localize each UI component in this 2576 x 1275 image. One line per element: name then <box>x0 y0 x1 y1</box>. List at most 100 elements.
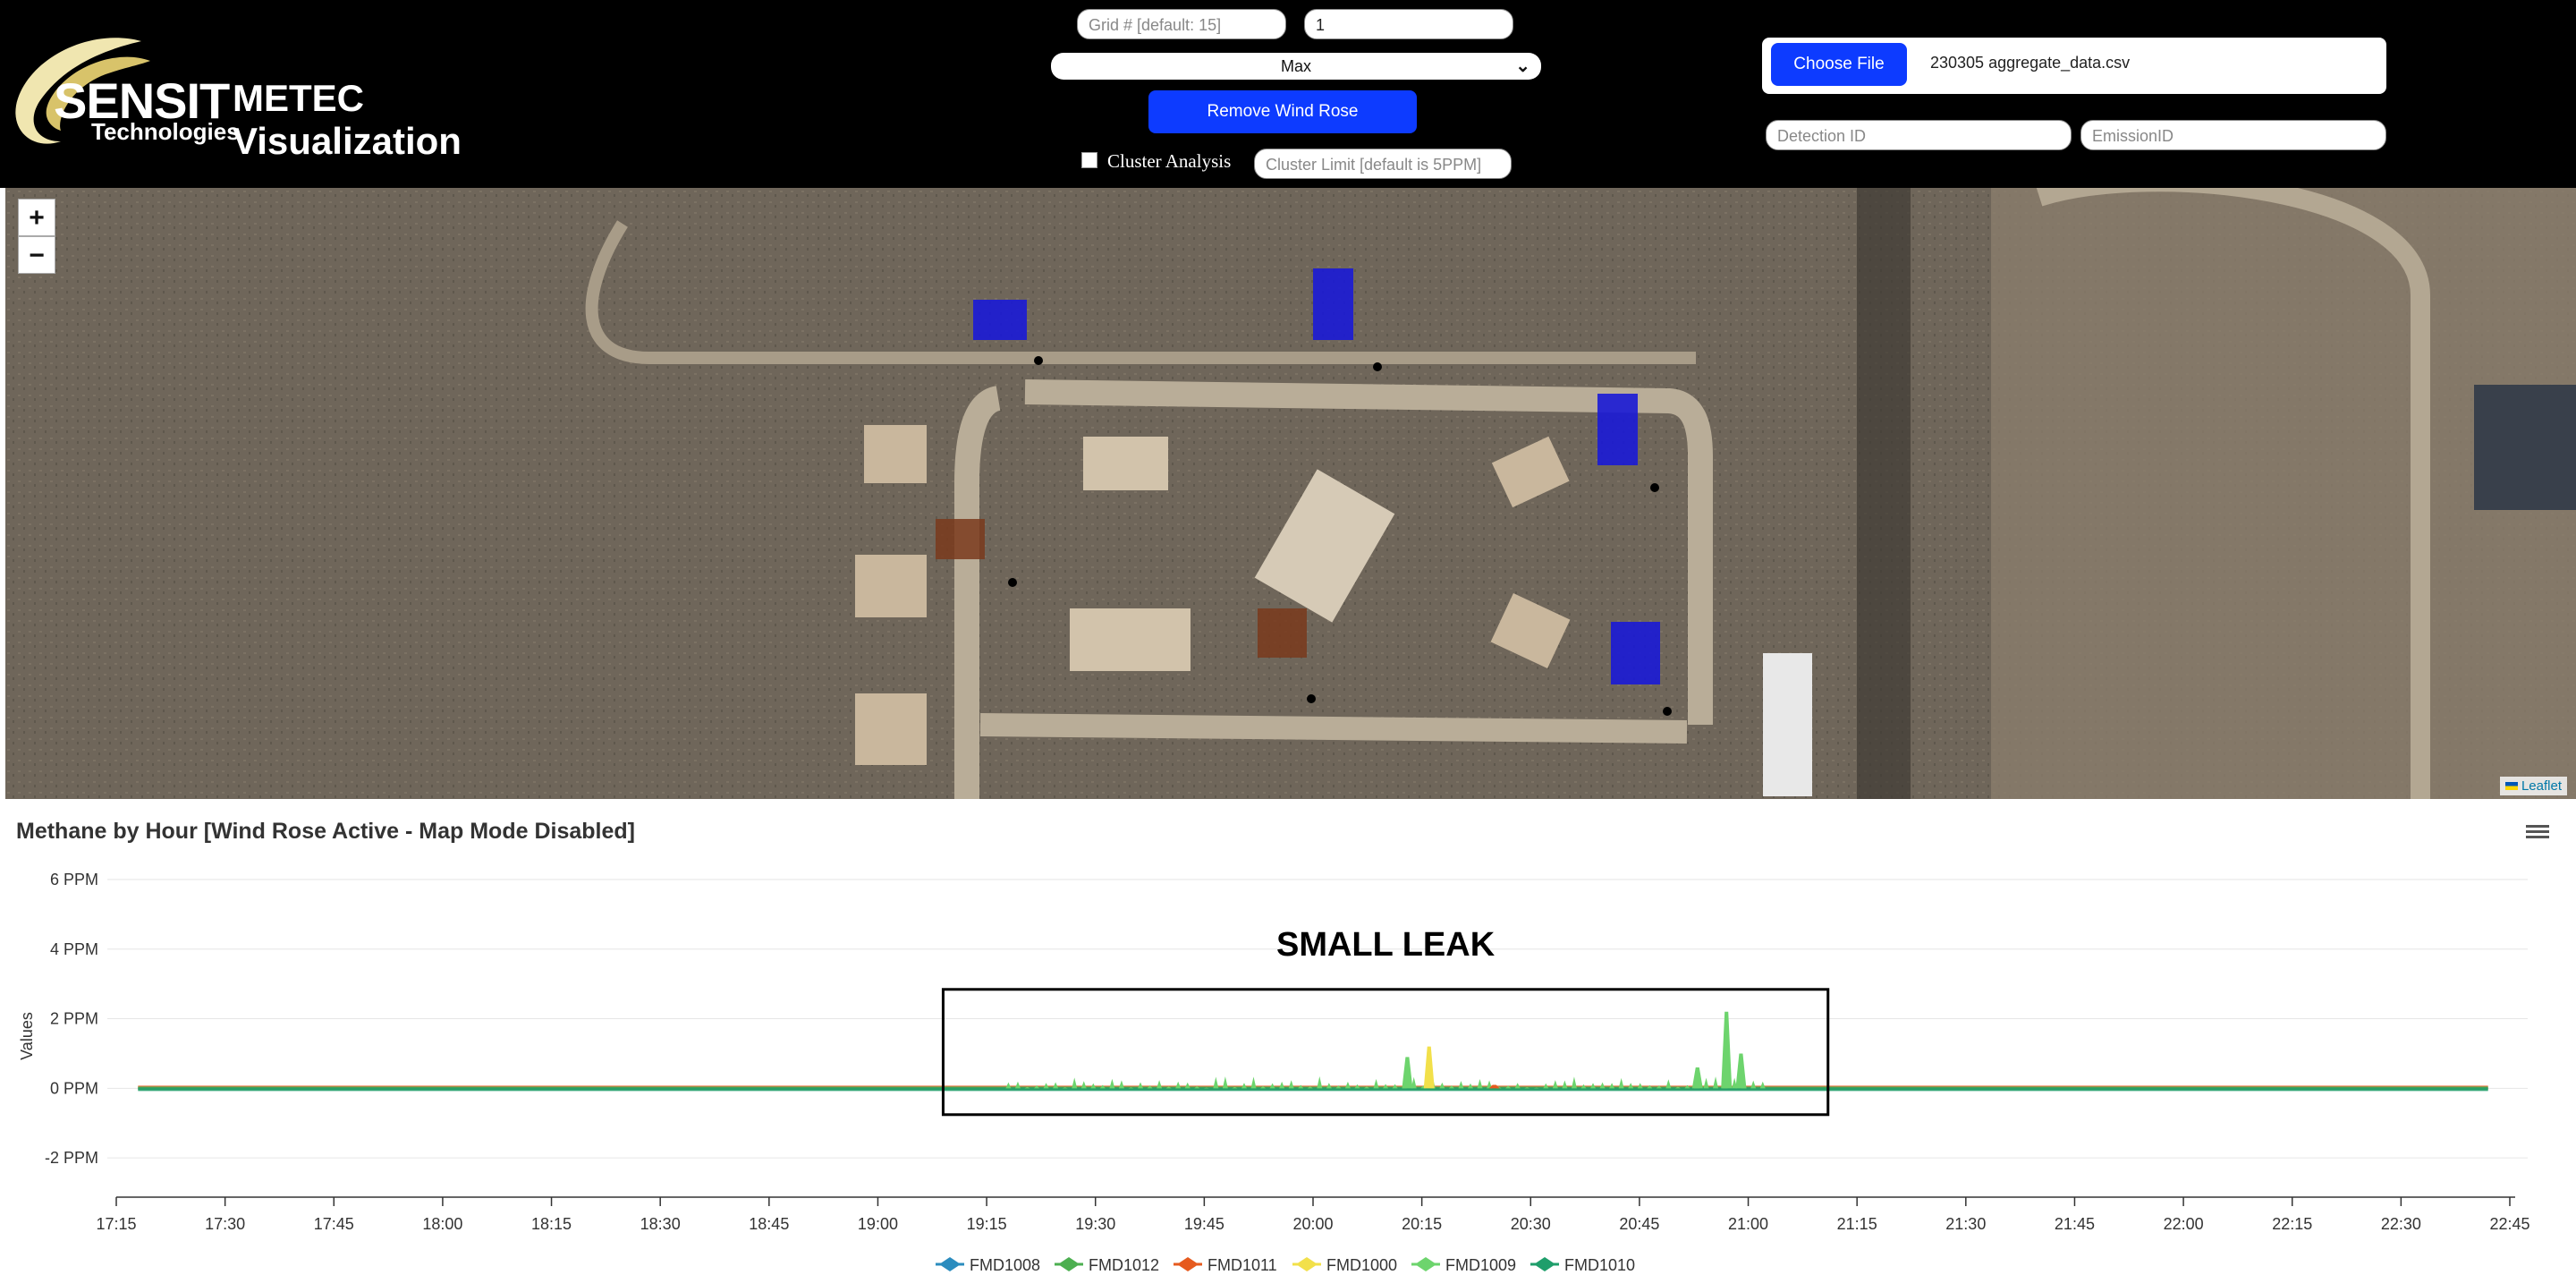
x-tick-label: 18:00 <box>422 1215 462 1233</box>
grid-size-placeholder: Grid # [default: 15] <box>1089 16 1222 34</box>
minor-spike <box>1665 1079 1672 1089</box>
x-tick-label: 19:00 <box>858 1215 898 1233</box>
y-tick-label: 6 PPM <box>50 871 98 888</box>
minor-spike <box>1439 1082 1445 1089</box>
x-tick-label: 22:15 <box>2272 1215 2312 1233</box>
cluster-analysis-label: Cluster Analysis <box>1107 150 1232 172</box>
legend-label: FMD1008 <box>970 1256 1040 1274</box>
minor-spike <box>1552 1080 1558 1089</box>
x-tick-label: 18:15 <box>531 1215 572 1233</box>
y-tick-label: 2 PPM <box>50 1010 98 1028</box>
legend-item-fmd1010[interactable]: FMD1010 <box>1530 1256 1635 1274</box>
minor-spike <box>1317 1075 1323 1089</box>
legend-item-fmd1009[interactable]: FMD1009 <box>1411 1256 1516 1274</box>
y-tick-label: 4 PPM <box>50 940 98 958</box>
minor-spike <box>1109 1078 1115 1089</box>
small-leak-box <box>941 988 1830 1117</box>
x-tick-label: 18:30 <box>640 1215 681 1233</box>
minor-spike <box>1373 1078 1379 1089</box>
remove-wind-rose-button[interactable]: Remove Wind Rose <box>1148 90 1417 133</box>
legend-label: FMD1000 <box>1326 1256 1397 1274</box>
legend-label: FMD1012 <box>1089 1256 1159 1274</box>
minor-spike <box>1713 1076 1719 1089</box>
sensit-logo: SENSIT Technologies METEC Visualization <box>7 34 597 162</box>
aggregation-mode-select[interactable]: Max ⌄ <box>1051 53 1541 80</box>
map-imagery <box>5 188 2576 799</box>
detection-id-input[interactable]: Detection ID <box>1766 120 2072 150</box>
x-tick-label: 20:00 <box>1292 1215 1333 1233</box>
x-tick-label: 17:45 <box>314 1215 354 1233</box>
x-tick-label: 21:00 <box>1728 1215 1768 1233</box>
zoom-out-button[interactable]: − <box>18 236 55 274</box>
cluster-limit-input[interactable]: Cluster Limit [default is 5PPM] <box>1254 149 1512 179</box>
minor-spike <box>1562 1080 1568 1089</box>
minor-spike <box>1157 1080 1163 1089</box>
minor-spike <box>1138 1082 1144 1089</box>
minor-spike <box>1344 1081 1351 1089</box>
minor-spike <box>1222 1076 1228 1089</box>
y-tick-label: -2 PPM <box>45 1149 98 1167</box>
map-attribution[interactable]: Leaflet <box>2499 777 2567 795</box>
x-tick-label: 22:45 <box>2489 1215 2529 1233</box>
minor-spike <box>1250 1076 1257 1089</box>
minor-spike <box>1628 1083 1634 1089</box>
minor-spike <box>1326 1083 1332 1089</box>
legend-item-fmd1011[interactable]: FMD1011 <box>1174 1256 1277 1274</box>
minor-spike <box>1213 1076 1219 1089</box>
choose-file-button[interactable]: Choose File <box>1771 43 1907 86</box>
x-tick-label: 22:30 <box>2381 1215 2421 1233</box>
minor-spike <box>1072 1077 1078 1089</box>
minor-spike <box>1005 1082 1012 1089</box>
satellite-map[interactable]: + − Leaflet <box>5 188 2576 799</box>
x-tick-label: 19:45 <box>1184 1215 1224 1233</box>
app-title: METEC Visualization <box>233 77 462 162</box>
y-axis-label: Values <box>18 1012 36 1060</box>
detection-id-placeholder: Detection ID <box>1777 127 1867 145</box>
chart-plot: 6 PPM 4 PPM 2 PPM 0 PPM -2 PPM Values 17:15 17:… <box>18 871 2530 1274</box>
minor-spike <box>1458 1081 1464 1089</box>
cluster-limit-placeholder: Cluster Limit [default is 5PPM] <box>1266 156 1482 174</box>
x-tick-label: 17:15 <box>96 1215 136 1233</box>
minor-spike <box>1288 1080 1294 1089</box>
x-tick-label: 17:30 <box>205 1215 245 1233</box>
legend-item-fmd1000[interactable]: FMD1000 <box>1292 1256 1397 1274</box>
minor-spike <box>1618 1077 1624 1089</box>
cluster-analysis-checkbox[interactable] <box>1081 152 1097 168</box>
aggregation-mode-value: Max <box>1280 57 1311 75</box>
minor-spike <box>1043 1083 1049 1089</box>
x-tick-label: 20:15 <box>1402 1215 1442 1233</box>
peak-spike <box>1402 1057 1413 1089</box>
grid-size-input[interactable]: Grid # [default: 15] <box>1077 9 1286 39</box>
minor-spike <box>1118 1080 1124 1089</box>
emission-id-input[interactable]: EmissionID <box>2080 120 2386 150</box>
x-tick-label: 18:45 <box>749 1215 789 1233</box>
legend-item-fmd1012[interactable]: FMD1012 <box>1055 1256 1159 1274</box>
minor-spike <box>1599 1082 1606 1089</box>
minor-spike <box>1184 1082 1191 1089</box>
legend-label: FMD1011 <box>1208 1256 1277 1274</box>
minor-spike <box>1053 1082 1059 1089</box>
y-tick-label: 0 PPM <box>50 1079 98 1097</box>
zoom-in-button[interactable]: + <box>18 199 55 236</box>
chevron-down-icon: ⌄ <box>1515 56 1530 76</box>
legend-label: FMD1009 <box>1445 1256 1516 1274</box>
grid-value-input[interactable]: 1 <box>1304 9 1513 39</box>
header-bar: SENSIT Technologies METEC Visualization … <box>0 0 2576 188</box>
minor-spike <box>1759 1081 1766 1089</box>
x-tick-label: 20:30 <box>1511 1215 1551 1233</box>
peak-spike <box>1423 1046 1435 1089</box>
x-tick-label: 19:30 <box>1075 1215 1115 1233</box>
minor-spike <box>1175 1081 1182 1089</box>
x-tick-label: 20:45 <box>1619 1215 1659 1233</box>
small-leak-annotation: SMALL LEAK <box>1276 926 1496 964</box>
minor-spike <box>1703 1077 1709 1089</box>
leaflet-link[interactable]: Leaflet <box>2521 778 2562 794</box>
peak-spike <box>1691 1067 1703 1089</box>
grid-value-text: 1 <box>1316 16 1326 34</box>
x-tick-label: 21:45 <box>2055 1215 2095 1233</box>
x-tick-label: 22:00 <box>2164 1215 2204 1233</box>
minor-spike <box>1279 1081 1285 1089</box>
emission-id-placeholder: EmissionID <box>2092 127 2174 145</box>
logo-brand-suffix: Technologies <box>91 118 240 145</box>
legend-item-fmd1008[interactable]: FMD1008 <box>936 1256 1040 1274</box>
